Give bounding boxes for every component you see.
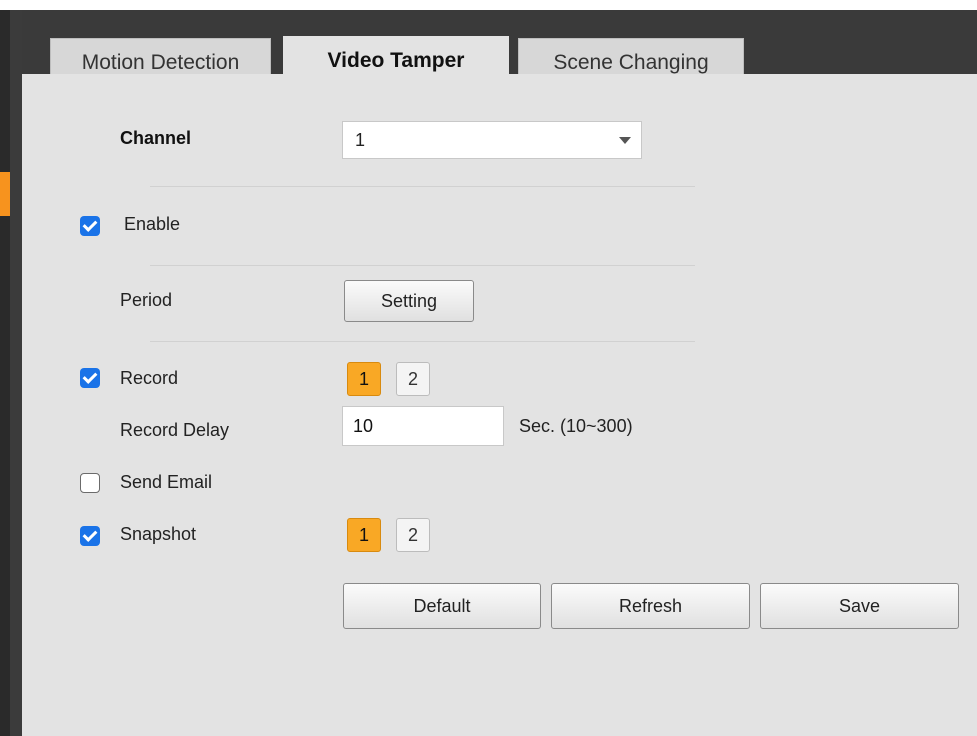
record-delay-label: Record Delay — [120, 420, 230, 440]
record-delay-input[interactable]: 10 — [342, 406, 504, 446]
snapshot-channel-2[interactable]: 2 — [396, 518, 430, 552]
divider — [150, 341, 695, 342]
record-channel-1[interactable]: 1 — [347, 362, 381, 396]
tab-bar: Motion Detection Video Tamper Scene Chan… — [22, 10, 977, 84]
record-delay-value: 10 — [353, 416, 374, 436]
default-button[interactable]: Default — [343, 583, 541, 629]
left-active-indicator — [0, 172, 10, 216]
record-label: Record — [120, 368, 179, 388]
enable-label: Enable — [124, 214, 181, 234]
save-button[interactable]: Save — [760, 583, 959, 629]
snapshot-label: Snapshot — [120, 524, 197, 544]
left-sidebar-strip — [0, 10, 10, 736]
snapshot-channel-1[interactable]: 1 — [347, 518, 381, 552]
top-border — [0, 0, 977, 10]
record-delay-unit: Sec. (10~300) — [519, 416, 633, 436]
chevron-down-icon[interactable] — [607, 122, 641, 158]
snapshot-checkbox[interactable] — [80, 526, 100, 546]
record-channel-2[interactable]: 2 — [396, 362, 430, 396]
channel-select[interactable]: 1 — [342, 121, 642, 159]
channel-label: Channel — [120, 128, 192, 148]
period-label: Period — [120, 290, 173, 310]
enable-checkbox[interactable] — [80, 216, 100, 236]
record-checkbox[interactable] — [80, 368, 100, 388]
channel-value: 1 — [355, 130, 366, 150]
divider — [150, 265, 695, 266]
settings-panel — [22, 74, 977, 736]
send-email-checkbox[interactable] — [80, 473, 100, 493]
refresh-button[interactable]: Refresh — [551, 583, 750, 629]
divider — [150, 186, 695, 187]
send-email-label: Send Email — [120, 472, 213, 492]
period-setting-button[interactable]: Setting — [344, 280, 474, 322]
